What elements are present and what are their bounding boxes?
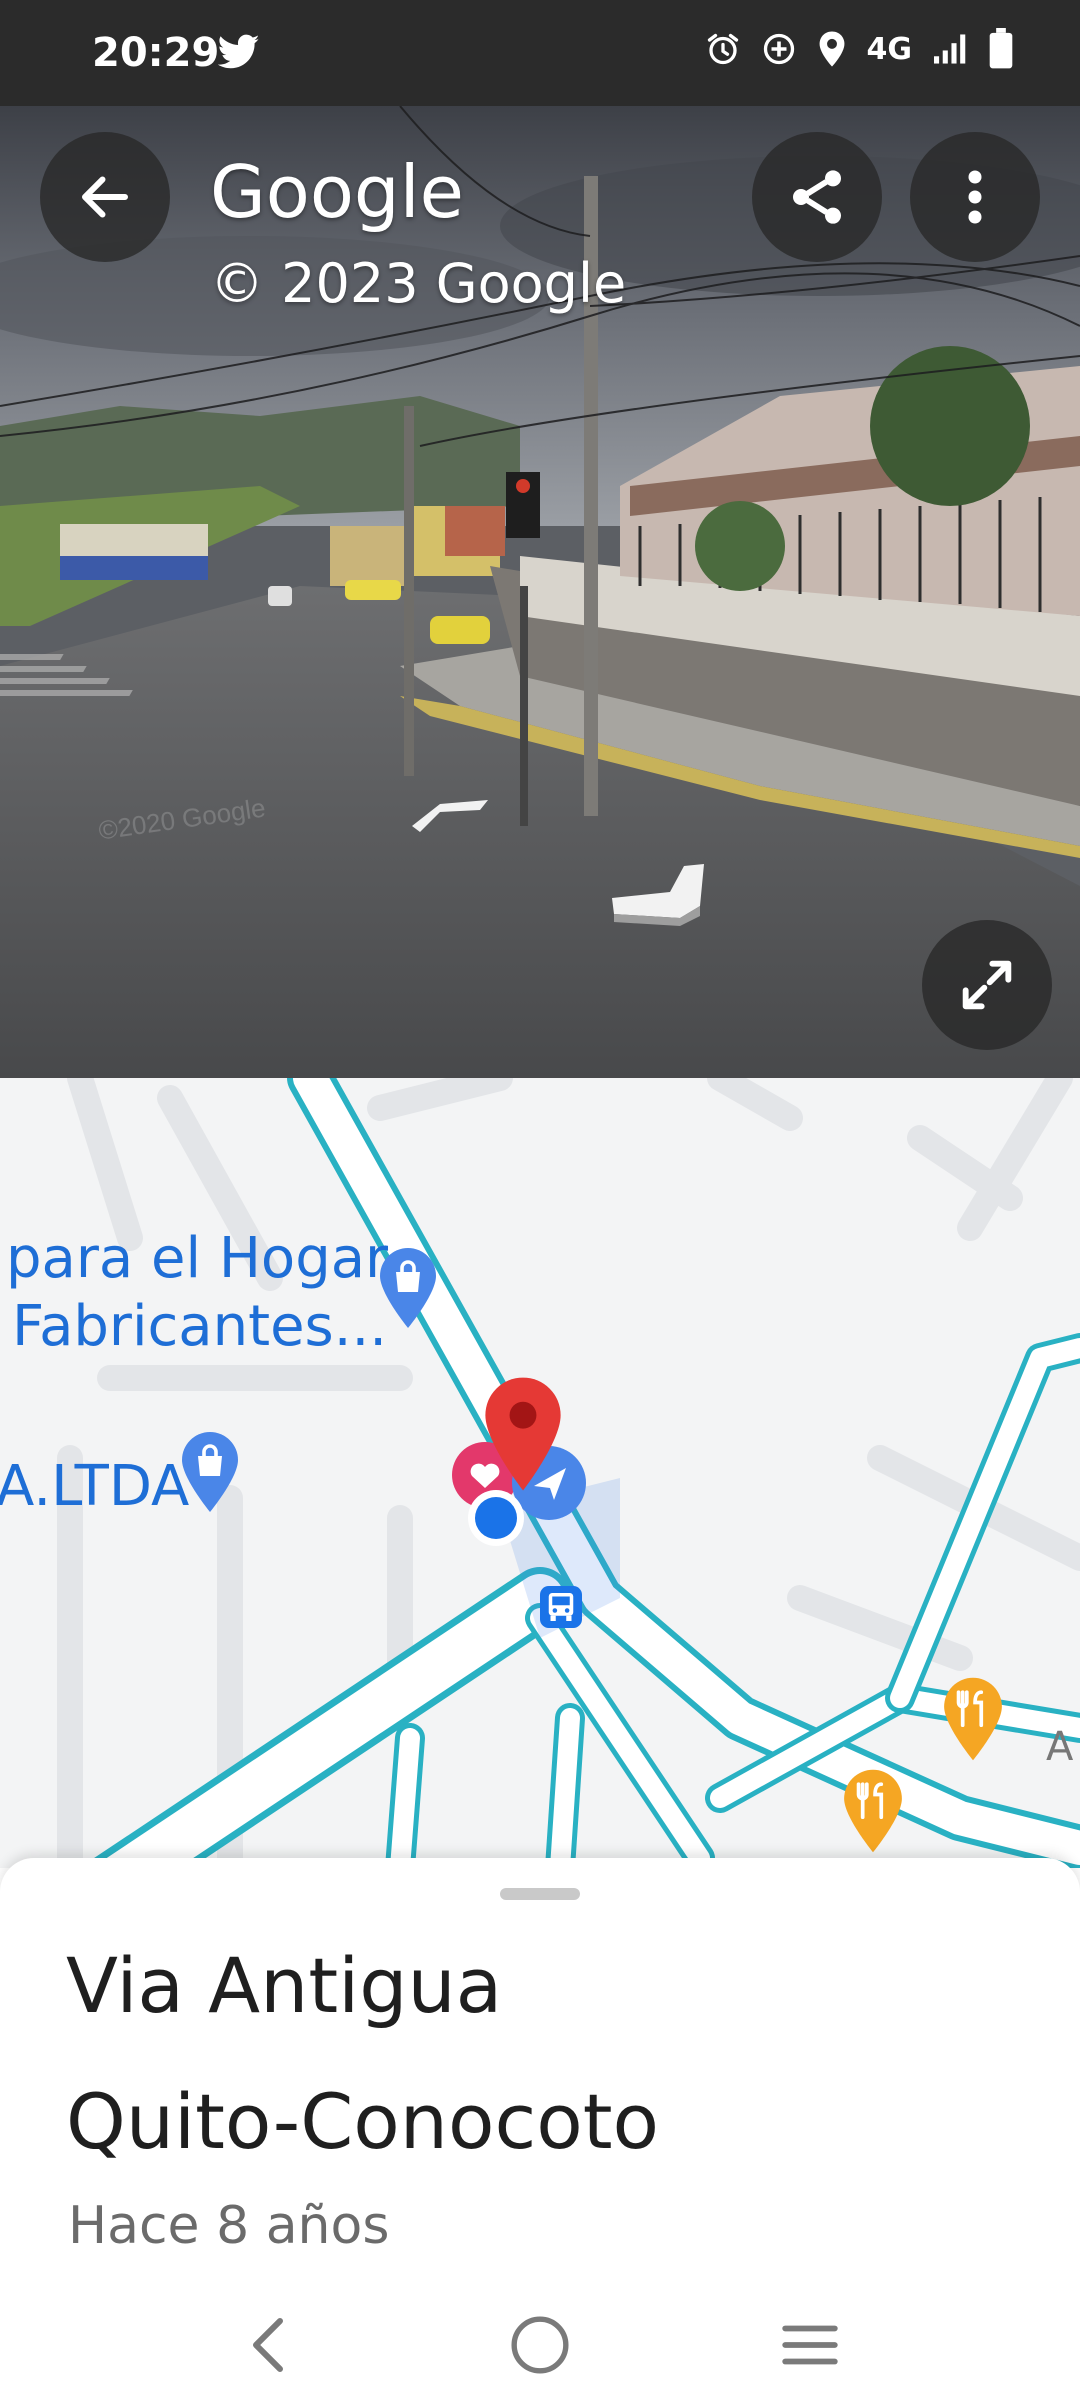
edge-label: A xyxy=(1046,1724,1074,1770)
back-arrow-icon xyxy=(82,176,128,218)
status-bar: 20:29 4G xyxy=(0,0,1080,106)
signal-icon xyxy=(934,34,966,64)
navigate-arrow-right-icon[interactable] xyxy=(610,862,706,926)
street-view-title: Google xyxy=(210,150,464,234)
map-view[interactable]: para el Hogar Fabricantes... A.LTDA A xyxy=(0,1078,1080,1868)
selected-location-pin-icon[interactable] xyxy=(480,1374,566,1494)
data-saver-icon xyxy=(763,33,794,65)
status-icons: 4G xyxy=(705,28,1015,70)
expand-icon xyxy=(962,960,1012,1010)
bus-stop-icon[interactable] xyxy=(540,1586,582,1628)
recents-nav-icon xyxy=(782,2325,838,2365)
shopping-pin-icon[interactable] xyxy=(376,1246,440,1330)
shopping-pin-icon-2[interactable] xyxy=(178,1430,242,1514)
my-location-icon[interactable] xyxy=(466,1488,526,1548)
location-icon xyxy=(819,31,844,67)
place-title-line1: Via Antigua xyxy=(66,1941,503,2030)
home-nav-icon xyxy=(511,2316,569,2374)
back-nav-icon xyxy=(253,2318,283,2372)
place-title-line2: Quito-Conocoto xyxy=(66,2077,660,2166)
more-options-button[interactable] xyxy=(910,132,1040,262)
twitter-icon xyxy=(218,34,260,69)
status-time: 20:29 xyxy=(92,30,220,76)
share-icon xyxy=(793,170,841,224)
network-type: 4G xyxy=(866,31,913,67)
street-view-panorama[interactable]: ©2020 Google Google © 2023 Google xyxy=(0,106,1080,1078)
place-subtitle: Hace 8 años xyxy=(68,2196,390,2256)
street-view-copyright: © 2023 Google xyxy=(210,252,627,315)
fullscreen-button[interactable] xyxy=(922,920,1052,1050)
system-back-button[interactable] xyxy=(218,2300,318,2390)
navigate-arrow-left-icon[interactable] xyxy=(410,796,490,836)
alarm-icon xyxy=(707,33,738,65)
restaurant-pin-icon[interactable] xyxy=(940,1674,1006,1764)
store-label-line1[interactable]: para el Hogar xyxy=(6,1226,388,1291)
system-navigation-bar xyxy=(0,2280,1080,2407)
store-label-line2[interactable]: Fabricantes... xyxy=(12,1294,387,1359)
battery-icon xyxy=(989,28,1013,69)
sheet-drag-handle[interactable] xyxy=(500,1888,580,1900)
more-vert-icon xyxy=(968,170,982,224)
system-recents-button[interactable] xyxy=(760,2300,860,2390)
place-title: Via Antigua Quito-Conocoto xyxy=(66,1938,1026,2170)
share-button[interactable] xyxy=(752,132,882,262)
system-home-button[interactable] xyxy=(490,2300,590,2390)
ltda-label[interactable]: A.LTDA xyxy=(0,1454,189,1519)
restaurant-pin-icon-2[interactable] xyxy=(840,1766,906,1856)
back-button[interactable] xyxy=(40,132,170,262)
